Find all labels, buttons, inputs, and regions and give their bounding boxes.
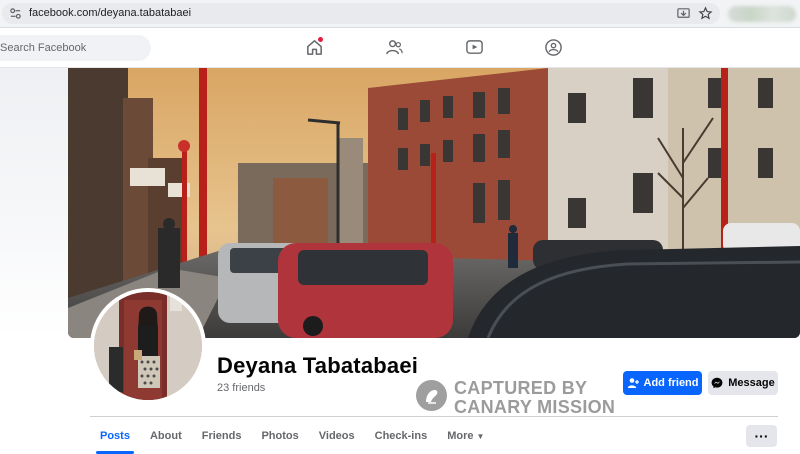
address-bar[interactable]: facebook.com/deyana.tabatabaei	[2, 3, 720, 24]
site-settings-icon[interactable]	[9, 7, 22, 20]
facebook-header: Search Facebook	[0, 28, 800, 68]
bookmark-star-icon[interactable]	[698, 6, 713, 21]
browser-toolbar: facebook.com/deyana.tabatabaei	[0, 0, 800, 28]
watermark-line1: CAPTURED BY	[454, 378, 588, 398]
profile-photo-image	[94, 292, 202, 400]
tab-check-ins[interactable]: Check-ins	[365, 420, 438, 454]
messenger-icon	[711, 377, 723, 389]
watermark-line2: CANARY MISSION	[454, 397, 616, 417]
caret-down-icon: ▼	[476, 432, 485, 441]
browser-profile-avatar[interactable]	[728, 6, 796, 22]
url-text[interactable]: facebook.com/deyana.tabatabaei	[29, 7, 191, 19]
more-options-button[interactable]: ···	[746, 425, 777, 447]
add-friend-button[interactable]: Add friend	[623, 371, 702, 395]
tab-divider	[90, 416, 778, 417]
profile-name: Deyana Tabatabaei	[217, 353, 419, 378]
tab-more-label: More	[447, 430, 474, 442]
tab-posts[interactable]: Posts	[90, 420, 140, 454]
search-placeholder: Search Facebook	[0, 42, 87, 54]
add-friend-label: Add friend	[643, 377, 699, 389]
canary-mission-watermark: CAPTURED BY CANARY MISSION	[416, 378, 626, 418]
tab-photos[interactable]: Photos	[251, 420, 308, 454]
friend-count[interactable]: 23 friends	[217, 382, 265, 394]
watch-icon[interactable]	[465, 38, 484, 57]
tab-videos[interactable]: Videos	[309, 420, 365, 454]
message-label: Message	[728, 377, 775, 389]
friends-icon[interactable]	[385, 38, 404, 57]
search-input[interactable]: Search Facebook	[0, 35, 151, 61]
add-person-icon	[627, 378, 639, 388]
tab-friends[interactable]: Friends	[192, 420, 252, 454]
profile-avatar[interactable]	[90, 288, 206, 404]
bird-logo-icon	[416, 380, 447, 411]
notification-dot	[318, 37, 323, 42]
message-button[interactable]: Message	[708, 371, 778, 395]
tab-more[interactable]: More ▼	[437, 420, 494, 454]
tab-about[interactable]: About	[140, 420, 192, 454]
install-app-icon[interactable]	[676, 6, 691, 21]
profile-tabs: Posts About Friends Photos Videos Check-…	[90, 420, 494, 454]
page-margin	[0, 68, 68, 338]
groups-icon[interactable]	[544, 38, 563, 57]
